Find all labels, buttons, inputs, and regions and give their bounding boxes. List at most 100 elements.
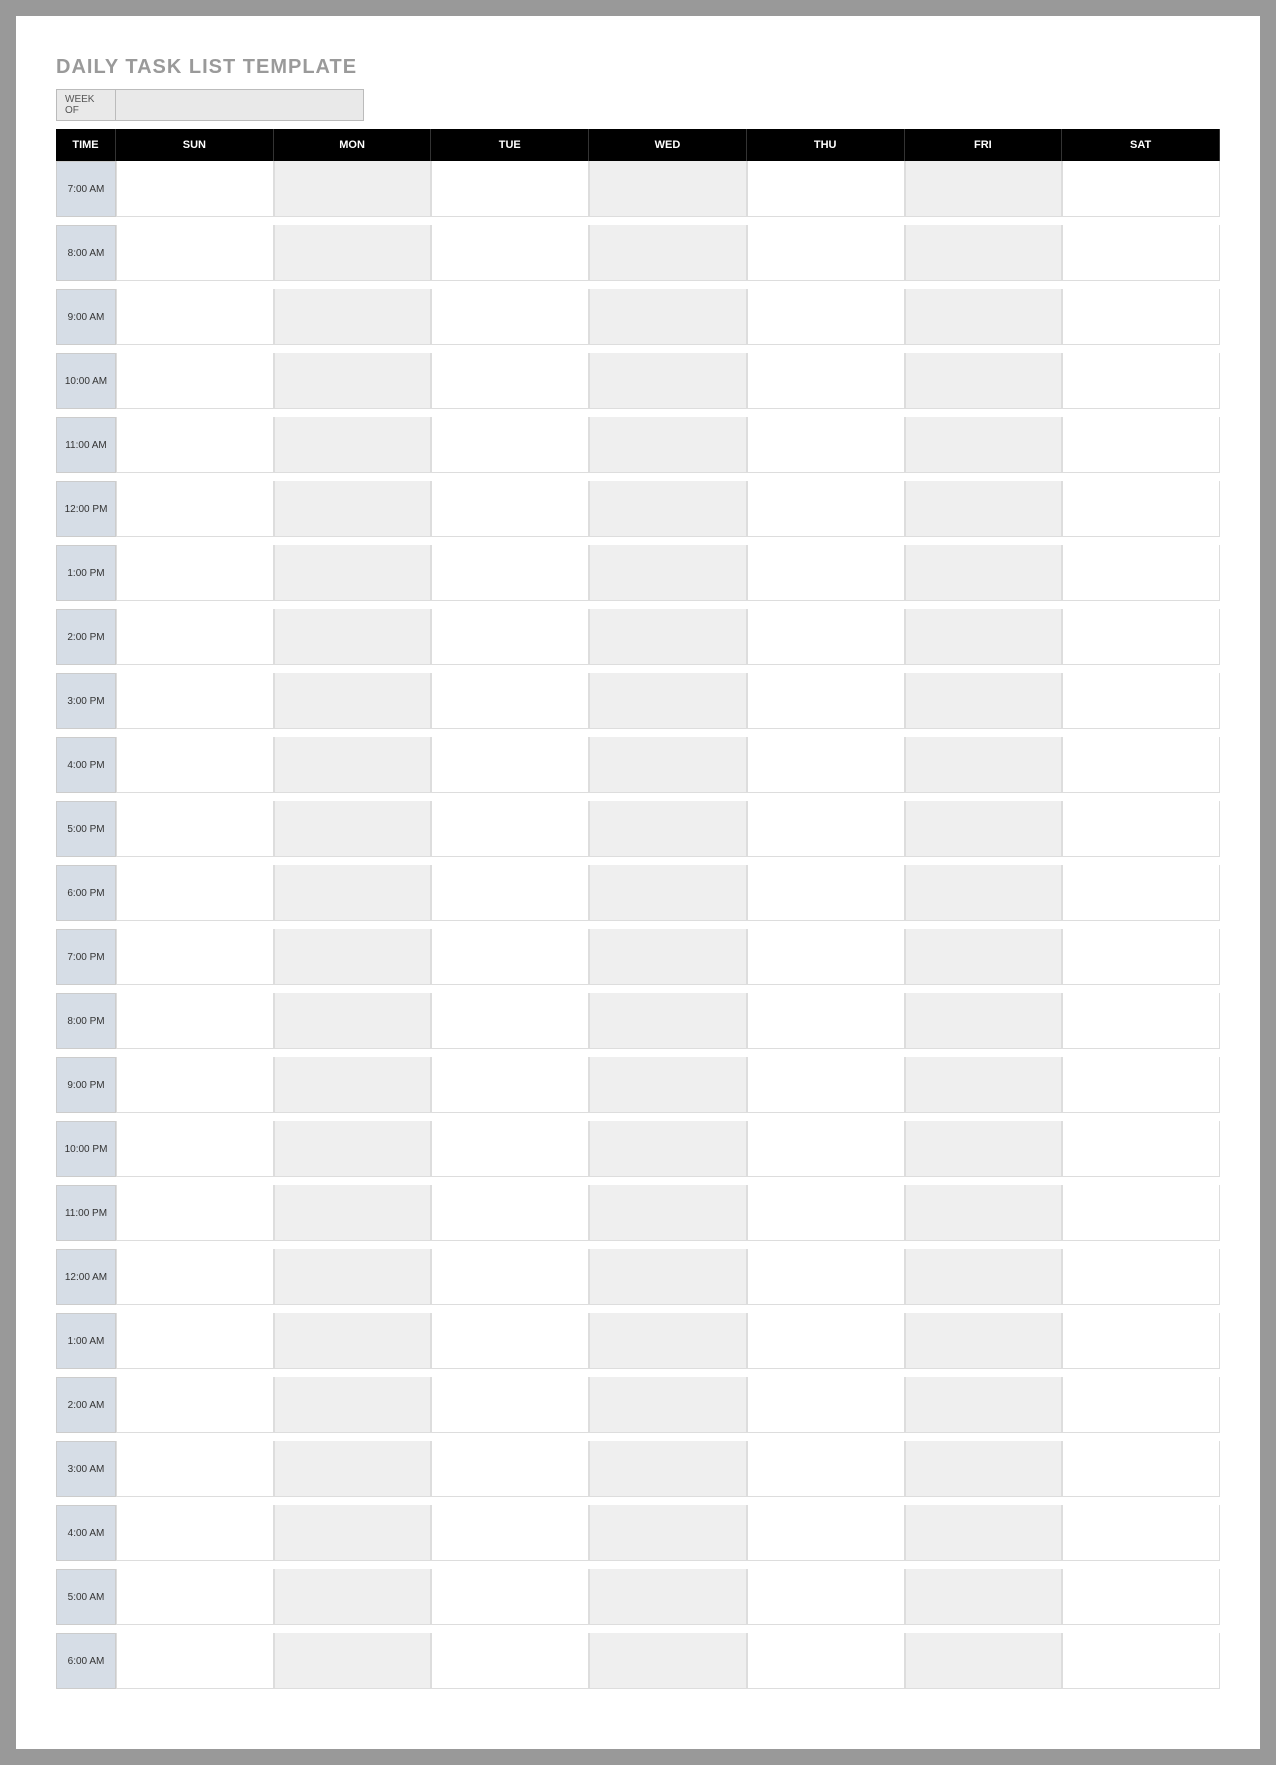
task-input[interactable] — [1063, 353, 1219, 408]
task-cell[interactable] — [116, 1185, 274, 1241]
task-input[interactable] — [748, 417, 904, 472]
task-input[interactable] — [432, 353, 588, 408]
task-cell[interactable] — [1062, 417, 1220, 473]
task-input[interactable] — [1063, 929, 1219, 984]
task-input[interactable] — [1063, 1505, 1219, 1560]
task-input[interactable] — [275, 481, 431, 536]
task-cell[interactable] — [274, 289, 432, 345]
task-cell[interactable] — [747, 673, 905, 729]
task-input[interactable] — [275, 1441, 431, 1496]
task-input[interactable] — [275, 801, 431, 856]
task-input[interactable] — [748, 1121, 904, 1176]
task-cell[interactable] — [431, 1249, 589, 1305]
task-input[interactable] — [748, 1057, 904, 1112]
task-cell[interactable] — [274, 1313, 432, 1369]
task-input[interactable] — [590, 545, 746, 600]
task-input[interactable] — [906, 1313, 1062, 1368]
task-input[interactable] — [906, 1057, 1062, 1112]
task-cell[interactable] — [116, 161, 274, 217]
task-cell[interactable] — [589, 545, 747, 601]
task-input[interactable] — [590, 353, 746, 408]
task-cell[interactable] — [747, 417, 905, 473]
task-cell[interactable] — [905, 1121, 1063, 1177]
task-input[interactable] — [432, 545, 588, 600]
task-cell[interactable] — [589, 289, 747, 345]
task-cell[interactable] — [1062, 1185, 1220, 1241]
task-input[interactable] — [117, 1377, 273, 1432]
task-cell[interactable] — [116, 1249, 274, 1305]
task-input[interactable] — [432, 1569, 588, 1624]
task-input[interactable] — [275, 1313, 431, 1368]
task-input[interactable] — [275, 1505, 431, 1560]
task-input[interactable] — [590, 801, 746, 856]
task-input[interactable] — [275, 1185, 431, 1240]
task-input[interactable] — [1063, 609, 1219, 664]
task-input[interactable] — [906, 545, 1062, 600]
task-input[interactable] — [906, 1377, 1062, 1432]
task-cell[interactable] — [589, 1313, 747, 1369]
task-cell[interactable] — [274, 417, 432, 473]
task-cell[interactable] — [431, 929, 589, 985]
task-input[interactable] — [275, 609, 431, 664]
task-cell[interactable] — [747, 1505, 905, 1561]
task-cell[interactable] — [116, 1505, 274, 1561]
task-cell[interactable] — [905, 1249, 1063, 1305]
task-cell[interactable] — [431, 417, 589, 473]
task-input[interactable] — [117, 737, 273, 792]
task-input[interactable] — [432, 289, 588, 344]
task-input[interactable] — [906, 1505, 1062, 1560]
task-input[interactable] — [748, 929, 904, 984]
task-cell[interactable] — [274, 673, 432, 729]
task-cell[interactable] — [747, 737, 905, 793]
task-input[interactable] — [906, 1121, 1062, 1176]
task-input[interactable] — [432, 673, 588, 728]
task-cell[interactable] — [905, 993, 1063, 1049]
task-input[interactable] — [432, 1249, 588, 1304]
task-input[interactable] — [275, 1377, 431, 1432]
task-cell[interactable] — [1062, 225, 1220, 281]
task-input[interactable] — [1063, 1633, 1219, 1688]
week-of-input[interactable] — [116, 89, 364, 121]
task-cell[interactable] — [116, 1121, 274, 1177]
task-cell[interactable] — [589, 417, 747, 473]
task-input[interactable] — [1063, 993, 1219, 1048]
task-input[interactable] — [906, 801, 1062, 856]
task-cell[interactable] — [1062, 1057, 1220, 1113]
task-input[interactable] — [748, 1633, 904, 1688]
task-input[interactable] — [906, 993, 1062, 1048]
task-cell[interactable] — [274, 801, 432, 857]
task-cell[interactable] — [589, 1569, 747, 1625]
task-input[interactable] — [1063, 545, 1219, 600]
task-cell[interactable] — [431, 1057, 589, 1113]
task-input[interactable] — [432, 417, 588, 472]
task-cell[interactable] — [589, 865, 747, 921]
task-input[interactable] — [117, 161, 273, 216]
task-input[interactable] — [117, 1441, 273, 1496]
task-cell[interactable] — [905, 353, 1063, 409]
task-input[interactable] — [590, 1505, 746, 1560]
task-cell[interactable] — [431, 1505, 589, 1561]
task-cell[interactable] — [589, 737, 747, 793]
task-input[interactable] — [117, 1313, 273, 1368]
task-cell[interactable] — [274, 609, 432, 665]
task-cell[interactable] — [116, 1569, 274, 1625]
task-cell[interactable] — [589, 929, 747, 985]
task-cell[interactable] — [1062, 1633, 1220, 1689]
task-input[interactable] — [590, 609, 746, 664]
task-input[interactable] — [748, 1249, 904, 1304]
task-cell[interactable] — [431, 353, 589, 409]
task-cell[interactable] — [431, 1121, 589, 1177]
task-input[interactable] — [1063, 1569, 1219, 1624]
task-input[interactable] — [590, 673, 746, 728]
task-cell[interactable] — [116, 353, 274, 409]
task-input[interactable] — [275, 161, 431, 216]
task-cell[interactable] — [1062, 1377, 1220, 1433]
task-cell[interactable] — [589, 1185, 747, 1241]
task-cell[interactable] — [116, 1377, 274, 1433]
task-cell[interactable] — [589, 673, 747, 729]
task-input[interactable] — [117, 993, 273, 1048]
task-cell[interactable] — [589, 161, 747, 217]
task-cell[interactable] — [905, 1441, 1063, 1497]
task-cell[interactable] — [274, 1377, 432, 1433]
task-input[interactable] — [748, 737, 904, 792]
